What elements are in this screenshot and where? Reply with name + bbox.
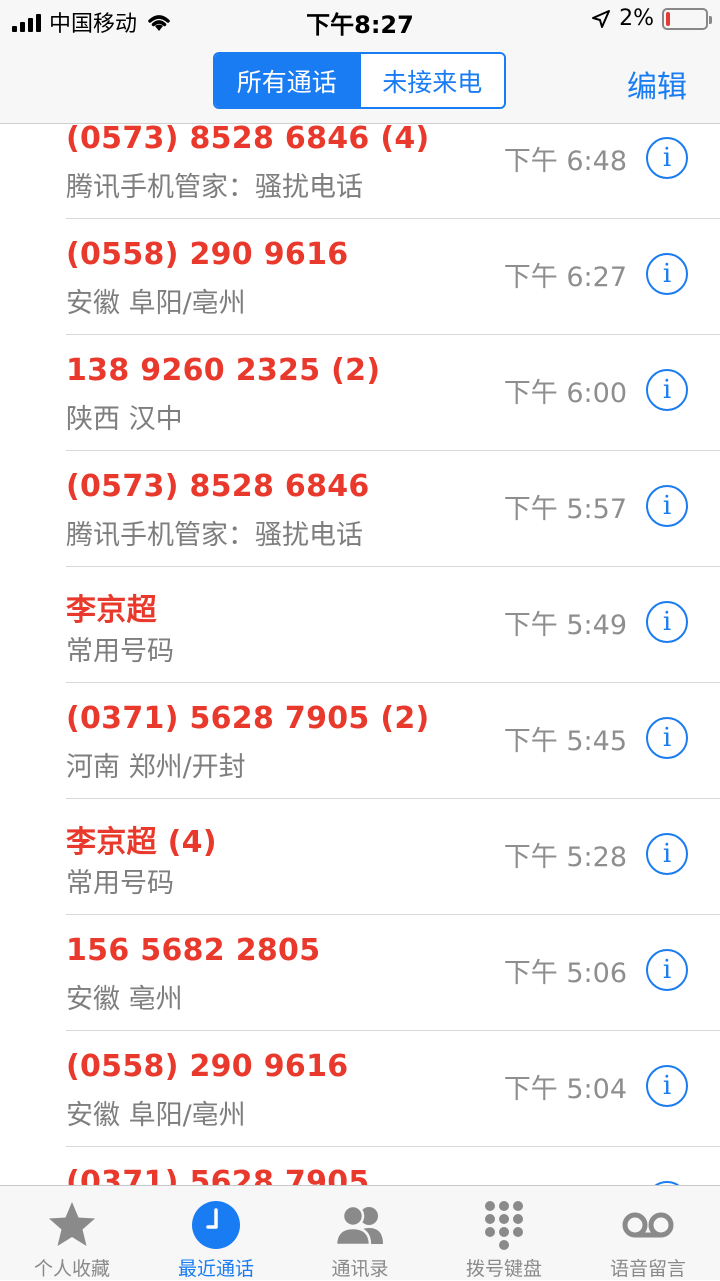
recent-calls-list[interactable]: (0573) 8528 6846 (4) 腾讯手机管家：骚扰电话 下午 6:48… <box>0 124 720 1185</box>
recent-calls-list-content: (0573) 8528 6846 (4) 腾讯手机管家：骚扰电话 下午 6:48… <box>0 124 720 1185</box>
info-icon[interactable]: i <box>646 601 688 643</box>
caller-location: 安徽 阜阳/亳州 <box>66 288 246 319</box>
caller-name: (0558) 290 9616 <box>66 237 349 272</box>
battery-icon <box>662 7 712 30</box>
tab-label: 语音留言 <box>609 1258 686 1280</box>
call-filter-segmented-control: 所有通话 未接来电 <box>213 52 506 109</box>
tab-keypad[interactable]: 拨号键盘 <box>432 1186 576 1280</box>
tab-bar: 个人收藏 最近通话 通讯录 拨号键盘 语音留言 <box>0 1185 720 1280</box>
battery-fill <box>666 11 670 26</box>
caller-location: 常用号码 <box>66 868 174 899</box>
caller-name: (0573) 8528 6846 <box>66 469 370 504</box>
battery-percent: 2% <box>619 6 654 31</box>
nav-bar: 所有通话 未接来电 编辑 <box>0 40 720 124</box>
call-row[interactable]: 156 5682 2805 安徽 亳州 下午 5:06 i <box>0 915 720 1031</box>
status-right: 2% <box>591 6 712 31</box>
caller-name: (0371) 5628 7905 <box>66 1165 370 1185</box>
caller-location: 安徽 阜阳/亳州 <box>66 1100 246 1131</box>
clock-icon <box>192 1201 240 1249</box>
info-icon[interactable]: i <box>646 253 688 295</box>
info-icon[interactable]: i <box>646 717 688 759</box>
info-icon[interactable]: i <box>646 137 688 179</box>
call-time: 下午 5:45 <box>503 726 627 757</box>
contacts-icon <box>334 1204 383 1247</box>
caller-location: 陕西 汉中 <box>66 404 183 435</box>
call-time: 下午 5:28 <box>503 842 627 873</box>
caller-location: 腾讯手机管家：骚扰电话 <box>66 172 363 203</box>
info-icon[interactable]: i <box>646 485 688 527</box>
call-row[interactable]: (0558) 290 9616 安徽 阜阳/亳州 下午 6:27 i <box>0 219 720 335</box>
tab-label: 通讯录 <box>331 1258 389 1280</box>
call-time: 下午 6:27 <box>503 262 627 293</box>
call-row[interactable]: (0371) 5628 7905 (2) 河南 郑州/开封 下午 5:45 i <box>0 683 720 799</box>
info-icon[interactable]: i <box>646 833 688 875</box>
info-icon[interactable]: i <box>646 1065 688 1107</box>
tab-label: 最近通话 <box>177 1258 254 1280</box>
tab-voicemail[interactable]: 语音留言 <box>576 1186 720 1280</box>
segment-all-calls[interactable]: 所有通话 <box>215 54 359 107</box>
call-time: 下午 5:57 <box>503 494 627 525</box>
tab-label: 拨号键盘 <box>465 1258 542 1280</box>
segment-missed-calls[interactable]: 未接来电 <box>358 54 504 107</box>
caller-name: (0558) 290 9616 <box>66 1049 349 1084</box>
call-time: 下午 5:49 <box>503 610 627 641</box>
caller-location: 安徽 亳州 <box>66 984 183 1015</box>
caller-name: 156 5682 2805 <box>66 933 321 968</box>
tab-label: 个人收藏 <box>33 1258 110 1280</box>
status-bar: 中国移动 下午8:27 2% <box>0 0 720 40</box>
call-row[interactable]: (0573) 8528 6846 腾讯手机管家：骚扰电话 下午 5:57 i <box>0 451 720 567</box>
call-time: 下午 6:48 <box>503 146 627 177</box>
call-row[interactable]: (0558) 290 9616 安徽 阜阳/亳州 下午 5:04 i <box>0 1031 720 1147</box>
caller-name: (0573) 8528 6846 (4) <box>66 124 430 156</box>
location-arrow-icon <box>592 9 611 28</box>
call-row[interactable]: 李京超 常用号码 下午 5:49 i <box>0 567 720 683</box>
call-time: 下午 6:00 <box>503 378 627 409</box>
call-row[interactable]: 李京超 (4) 常用号码 下午 5:28 i <box>0 799 720 915</box>
caller-location: 常用号码 <box>66 636 174 667</box>
call-row[interactable]: (0573) 8528 6846 (4) 腾讯手机管家：骚扰电话 下午 6:48… <box>0 124 720 219</box>
info-icon[interactable]: i <box>646 369 688 411</box>
call-time: 下午 5:04 <box>503 1074 627 1105</box>
info-icon[interactable]: i <box>646 949 688 991</box>
star-icon <box>49 1202 95 1246</box>
caller-name: 李京超 (4) <box>66 825 217 860</box>
caller-location: 河南 郑州/开封 <box>66 752 246 783</box>
keypad-icon <box>485 1201 523 1250</box>
caller-location: 腾讯手机管家：骚扰电话 <box>66 520 363 551</box>
caller-name: 李京超 <box>66 593 157 628</box>
tab-contacts[interactable]: 通讯录 <box>288 1186 432 1280</box>
tab-favorites[interactable]: 个人收藏 <box>0 1186 144 1280</box>
call-row[interactable]: 138 9260 2325 (2) 陕西 汉中 下午 6:00 i <box>0 335 720 451</box>
call-row[interactable]: (0371) 5628 7905 i <box>0 1147 720 1185</box>
caller-name: (0371) 5628 7905 (2) <box>66 701 430 736</box>
caller-name: 138 9260 2325 (2) <box>66 353 381 388</box>
call-time: 下午 5:06 <box>503 958 627 989</box>
edit-button[interactable]: 编辑 <box>627 62 687 106</box>
tab-recents[interactable]: 最近通话 <box>144 1186 288 1280</box>
voicemail-icon <box>622 1212 674 1238</box>
